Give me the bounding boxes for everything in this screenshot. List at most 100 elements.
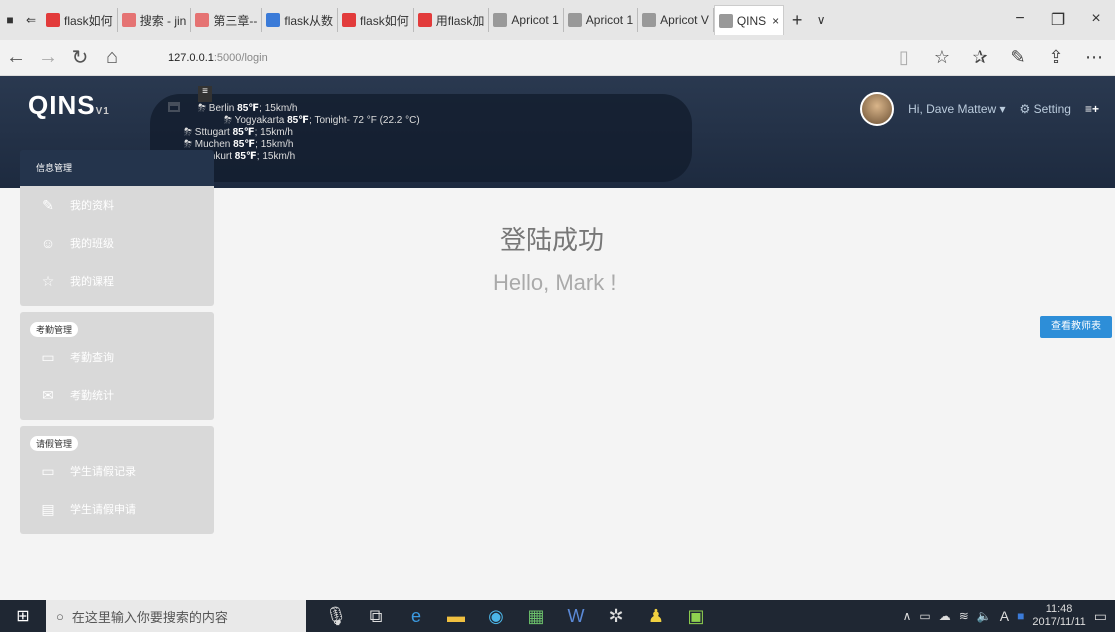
sidebar-item-label: 考勤查询	[70, 352, 114, 364]
sidebar-group: 请假管理 ▭ 学生请假记录 ▤ 学生请假申请	[20, 426, 214, 534]
sidebar-item[interactable]: ▤ 学生请假申请	[20, 490, 214, 528]
sidebar-group: 考勤管理 ▭ 考勤查询 ✉ 考勤统计	[20, 312, 214, 420]
chart-app-icon[interactable]: ▦	[524, 606, 548, 627]
cloud-icon[interactable]: ☁	[939, 609, 951, 623]
browser-tab[interactable]: 用flask加	[414, 8, 490, 32]
close-button[interactable]: ×	[1077, 10, 1115, 30]
browser-tab[interactable]: flask从数	[262, 8, 339, 32]
sidebar-group: 信息管理 ✎ 我的资料 ☺ 我的班级 ☆ 我的课程	[20, 150, 214, 306]
microphone-icon[interactable]: 🎙	[324, 606, 348, 627]
more-menu-icon[interactable]: ⋯	[1077, 47, 1111, 68]
volume-icon[interactable]: 🔈	[977, 609, 992, 623]
add-menu-icon[interactable]: ≡+	[1085, 102, 1099, 116]
wifi-icon[interactable]: ≋	[959, 609, 969, 623]
sidebar-item[interactable]: ▭ 考勤查询	[20, 338, 214, 376]
menu-toggle-icon[interactable]: ≡	[198, 86, 212, 102]
tab-label: Apricot V	[660, 13, 709, 27]
weather-temp: 85℉	[287, 115, 310, 126]
address-bar: ← → ↻ ⌂ 127.0.0.1:5000/login ▯ ☆ ✰ ✎ ⇪ ⋯	[0, 40, 1115, 76]
weather-city: Berlin	[208, 103, 235, 114]
browser-tab[interactable]: Apricot V	[638, 8, 714, 32]
globe-app-icon[interactable]: ◉	[484, 606, 508, 627]
weather-city: Muchen	[194, 139, 231, 150]
doc-icon: ▤	[41, 500, 55, 517]
sidebar-item-label: 我的班级	[70, 238, 114, 250]
chevron-up-icon[interactable]: ∧	[903, 609, 912, 623]
weather-row: ⛈ Yogyakarta 85℉; Tonight- 72 °F (22.2 °…	[184, 115, 692, 127]
sidebar-item[interactable]: ☆ 我的课程	[20, 262, 214, 300]
tab-close-icon[interactable]: ×	[772, 14, 779, 28]
action-center-icon[interactable]: ▭	[1094, 608, 1107, 625]
system-clock[interactable]: 11:48 2017/11/11	[1032, 603, 1085, 629]
browser-tab[interactable]: QINS ×	[713, 5, 785, 35]
notification-app-icon[interactable]: ■	[1017, 609, 1024, 623]
view-teacher-table-button[interactable]: 查看教师表	[1040, 316, 1112, 338]
url-path: :5000/login	[213, 51, 268, 64]
tab-actions-icon[interactable]: ■	[0, 13, 20, 27]
system-tray: ∧ ▭ ☁ ≋ 🔈 A ■ 11:48 2017/11/11 ▭	[903, 603, 1115, 629]
sidebar-item[interactable]: ▭ 学生请假记录	[20, 452, 214, 490]
sidebar-item-label: 我的资料	[70, 200, 114, 212]
new-tab-button[interactable]: +	[784, 10, 810, 31]
user-greeting-dropdown[interactable]: Hi, Dave Mattew ▾	[908, 102, 1005, 116]
weather-detail: ; 15km/h	[259, 103, 298, 114]
tab-favicon-icon	[342, 13, 357, 27]
share-icon[interactable]: ⇪	[1039, 47, 1073, 68]
url-input[interactable]: 127.0.0.1:5000/login	[168, 45, 868, 71]
tab-label: Apricot 1	[511, 13, 559, 27]
users-icon: ☺	[40, 235, 56, 251]
sidebar-item-label: 学生请假申请	[70, 504, 136, 516]
welcome-message: Hello, Mark !	[493, 270, 617, 295]
tab-history-icon[interactable]: ⇐	[20, 13, 42, 27]
windows-start-icon[interactable]: ⊞	[0, 606, 46, 626]
browser-tab[interactable]: 搜索 - jin	[118, 8, 192, 32]
back-button[interactable]: ←	[0, 46, 32, 69]
task-view-icon[interactable]: ⧉	[364, 606, 388, 627]
tab-label: 搜索 - jin	[139, 13, 187, 28]
home-button[interactable]: ⌂	[96, 46, 128, 69]
weather-detail: ; 15km/h	[254, 127, 293, 138]
settings-app-icon[interactable]: ✲	[604, 606, 628, 627]
setting-link[interactable]: ⚙ Setting	[1020, 102, 1071, 116]
word-icon[interactable]: W	[564, 606, 588, 627]
restore-button[interactable]: ❐	[1039, 10, 1077, 30]
pinned-apps: 🎙 ⧉ e ▬ ◉ ▦ W ✲ ♟ ▣	[324, 606, 708, 627]
browser-tab[interactable]: flask如何	[42, 8, 118, 32]
tab-favicon-icon	[642, 13, 657, 27]
browser-tab[interactable]: Apricot 1	[564, 8, 639, 32]
cortana-circle-icon: ○	[56, 608, 64, 624]
forward-button[interactable]: →	[32, 46, 64, 69]
sidebar-item[interactable]: ✉ 考勤统计	[20, 376, 214, 414]
battery-icon[interactable]: ▭	[919, 609, 930, 623]
address-bar-actions: ▯ ☆ ✰ ✎ ⇪ ⋯	[887, 47, 1115, 68]
sidebar-item[interactable]: ✎ 我的资料	[20, 186, 214, 224]
weather-row: ⛈ Frankurt 85℉; 15km/h	[184, 151, 692, 163]
sidebar-item[interactable]: ☺ 我的班级	[20, 224, 214, 262]
reading-view-icon[interactable]: ▯	[887, 47, 921, 68]
refresh-button[interactable]: ↻	[64, 45, 96, 70]
tab-favicon-icon	[195, 13, 210, 27]
app-logo[interactable]: QINSV1	[28, 90, 110, 121]
browser-tab[interactable]: Apricot 1	[489, 8, 564, 32]
favorite-star-icon[interactable]: ☆	[925, 47, 959, 68]
input-method-icon[interactable]: A	[1000, 608, 1009, 624]
browser-tab[interactable]: flask如何	[338, 8, 414, 32]
weather-city: Sttugart	[194, 127, 230, 138]
browser-tab[interactable]: 第三章--	[191, 8, 263, 32]
weather-detail: ; Tonight- 72 °F (22.2 °C)	[309, 115, 420, 126]
pen-note-icon[interactable]: ✎	[1001, 47, 1035, 68]
window-controls: − ❐ ×	[1001, 10, 1115, 30]
edge-browser-icon[interactable]: e	[404, 606, 428, 627]
minimize-button[interactable]: −	[1001, 10, 1039, 30]
qq-icon[interactable]: ♟	[644, 606, 668, 627]
weather-temp: 85℉	[234, 151, 257, 162]
favorites-hub-icon[interactable]: ✰	[963, 47, 997, 68]
page-title: 登陆成功	[500, 225, 605, 255]
file-explorer-icon[interactable]: ▬	[444, 606, 468, 627]
tab-favicon-icon	[266, 13, 281, 27]
avatar[interactable]	[860, 92, 895, 126]
pycharm-icon[interactable]: ▣	[684, 606, 708, 627]
tab-dropdown-icon[interactable]: ∨	[810, 13, 832, 27]
taskbar-search-input[interactable]: ○ 在这里输入你要搜索的内容	[46, 600, 306, 632]
tab-label: Apricot 1	[585, 13, 634, 27]
